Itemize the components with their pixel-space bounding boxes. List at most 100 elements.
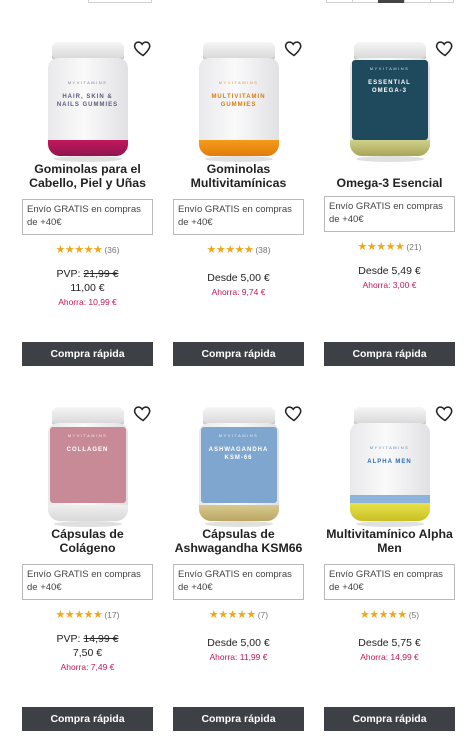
quick-buy-button[interactable]: Compra rápida [173, 707, 304, 731]
price-block: Desde 5,49 € Ahorra: 3,00 € [324, 264, 455, 291]
rating-stars-icon: ★★★★★ [55, 244, 103, 256]
quick-buy-button[interactable]: Compra rápida [22, 342, 153, 366]
jar-brand: MYVITAMINS [218, 80, 259, 85]
pagination-divider [352, 0, 353, 3]
jar-label: ALPHA MEN [367, 459, 412, 465]
free-shipping-notice: Envío GRATIS en compras de +40€ [324, 196, 455, 232]
free-shipping-notice: Envío GRATIS en compras de +40€ [324, 564, 455, 600]
quick-buy-button[interactable]: Compra rápida [173, 342, 304, 366]
wishlist-heart-icon[interactable] [435, 403, 455, 423]
product-rating[interactable]: ★★★★★ (38) [173, 244, 304, 257]
quick-buy-button[interactable]: Compra rápida [324, 342, 455, 366]
product-card[interactable]: MYVITAMINS ASHWAGANDHA KSM-66 Cápsulas d… [173, 403, 304, 731]
price-block: Desde 5,00 € Ahorra: 9,74 € [173, 271, 304, 298]
product-title[interactable]: Multivitamínico Alpha Men [324, 527, 455, 557]
jar-label: ESSENTIAL OMEGA-3 [368, 80, 411, 94]
jar-brand: MYVITAMINS [67, 80, 108, 85]
top-control-fragment[interactable] [88, 0, 152, 3]
wishlist-heart-icon[interactable] [284, 403, 304, 423]
rrp-price: PVP: 14,99 € [22, 632, 153, 646]
savings-text: Ahorra: 11,99 € [209, 652, 268, 662]
jar-label: HAIR, SKIN & NAILS GUMMIES [56, 94, 119, 108]
product-card[interactable]: MYVITAMINS MULTIVITAMIN GUMMIES Gominola… [173, 38, 304, 366]
rrp-prefix: PVP: [56, 268, 81, 280]
product-card[interactable]: MYVITAMINS ALPHA MEN Multivitamínico Alp… [324, 403, 455, 731]
free-shipping-notice: Envío GRATIS en compras de +40€ [22, 199, 153, 235]
pagination-divider [404, 0, 405, 3]
rating-stars-icon: ★★★★★ [359, 609, 407, 621]
rating-count: (5) [408, 610, 420, 620]
product-jar-image: MYVITAMINS COLLAGEN [47, 405, 128, 527]
wishlist-heart-icon[interactable] [284, 38, 304, 58]
price-block: PVP: 14,99 € 7,50 € Ahorra: 7,49 € [22, 632, 153, 673]
savings-text: Ahorra: 14,99 € [360, 652, 419, 662]
product-jar-image: MYVITAMINS ASHWAGANDHA KSM-66 [198, 405, 279, 527]
current-price: Desde 5,00 € [207, 272, 270, 284]
rating-stars-icon: ★★★★★ [357, 241, 405, 253]
jar-label: COLLAGEN [66, 447, 109, 453]
product-title[interactable]: Cápsulas de Ashwagandha KSM66 [173, 527, 304, 557]
product-card[interactable]: MYVITAMINS ESSENTIAL OMEGA-3 Omega-3 Ese… [324, 38, 455, 366]
current-price: Desde 5,49 € [358, 265, 421, 277]
product-image[interactable]: MYVITAMINS ALPHA MEN [324, 403, 455, 527]
rating-stars-icon: ★★★★★ [206, 244, 254, 256]
product-card[interactable]: MYVITAMINS HAIR, SKIN & NAILS GUMMIES Go… [22, 38, 153, 366]
product-image[interactable]: MYVITAMINS ASHWAGANDHA KSM-66 [173, 403, 304, 527]
product-jar-image: MYVITAMINS MULTIVITAMIN GUMMIES [198, 40, 279, 162]
product-image[interactable]: MYVITAMINS MULTIVITAMIN GUMMIES [173, 38, 304, 162]
product-image[interactable]: MYVITAMINS HAIR, SKIN & NAILS GUMMIES [22, 38, 153, 162]
jar-brand: MYVITAMINS [67, 433, 108, 438]
current-price: Desde 5,00 € [207, 637, 270, 649]
rating-count: (36) [104, 245, 120, 255]
current-price: 11,00 € [70, 282, 105, 294]
pagination-current [378, 0, 404, 3]
product-rating[interactable]: ★★★★★ (7) [173, 609, 304, 622]
savings-text: Ahorra: 9,74 € [211, 287, 266, 297]
product-title[interactable]: Gominolas para el Cabello, Piel y Uñas [22, 162, 153, 192]
quick-buy-button[interactable]: Compra rápida [22, 707, 153, 731]
rating-count: (38) [255, 245, 271, 255]
wishlist-heart-icon[interactable] [435, 38, 455, 58]
product-rating[interactable]: ★★★★★ (21) [324, 241, 455, 254]
current-price: Desde 5,75 € [358, 637, 421, 649]
rrp-prefix: PVP: [56, 633, 81, 645]
jar-brand: MYVITAMINS [369, 66, 410, 71]
rating-count: (17) [104, 610, 120, 620]
savings-text: Ahorra: 10,99 € [58, 297, 117, 307]
jar-label: ASHWAGANDHA KSM-66 [208, 447, 269, 461]
product-jar-image: MYVITAMINS ALPHA MEN [349, 405, 430, 527]
rating-count: (21) [406, 242, 422, 252]
product-title[interactable]: Cápsulas de Colágeno [22, 527, 153, 557]
savings-text: Ahorra: 3,00 € [362, 280, 417, 290]
wishlist-heart-icon[interactable] [133, 38, 153, 58]
product-title[interactable]: Omega-3 Esencial [324, 176, 455, 192]
jar-label: MULTIVITAMIN GUMMIES [211, 94, 266, 108]
product-image[interactable]: MYVITAMINS ESSENTIAL OMEGA-3 [324, 38, 455, 162]
product-jar-image: MYVITAMINS HAIR, SKIN & NAILS GUMMIES [47, 40, 128, 162]
rrp-price: PVP: 21,99 € [22, 267, 153, 281]
price-block: Desde 5,00 € Ahorra: 11,99 € [173, 636, 304, 663]
free-shipping-notice: Envío GRATIS en compras de +40€ [173, 564, 304, 600]
free-shipping-notice: Envío GRATIS en compras de +40€ [22, 564, 153, 600]
price-block: PVP: 21,99 € 11,00 € Ahorra: 10,99 € [22, 267, 153, 308]
rating-stars-icon: ★★★★★ [208, 609, 256, 621]
jar-brand: MYVITAMINS [218, 433, 259, 438]
rating-stars-icon: ★★★★★ [55, 609, 103, 621]
jar-brand: MYVITAMINS [369, 445, 410, 450]
pagination-divider [430, 0, 431, 3]
rrp-value: 14,99 € [83, 633, 119, 645]
product-image[interactable]: MYVITAMINS COLLAGEN [22, 403, 153, 527]
savings-text: Ahorra: 7,49 € [60, 662, 115, 672]
free-shipping-notice: Envío GRATIS en compras de +40€ [173, 199, 304, 235]
price-block: Desde 5,75 € Ahorra: 14,99 € [324, 636, 455, 663]
quick-buy-button[interactable]: Compra rápida [324, 707, 455, 731]
wishlist-heart-icon[interactable] [133, 403, 153, 423]
product-rating[interactable]: ★★★★★ (17) [22, 609, 153, 622]
top-strip [0, 0, 475, 8]
rating-count: (7) [257, 610, 269, 620]
product-title[interactable]: Gominolas Multivitamínicas [173, 162, 304, 192]
product-rating[interactable]: ★★★★★ (36) [22, 244, 153, 257]
product-card[interactable]: MYVITAMINS COLLAGEN Cápsulas de Colágeno… [22, 403, 153, 731]
product-rating[interactable]: ★★★★★ (5) [324, 609, 455, 622]
product-jar-image: MYVITAMINS ESSENTIAL OMEGA-3 [349, 40, 430, 162]
